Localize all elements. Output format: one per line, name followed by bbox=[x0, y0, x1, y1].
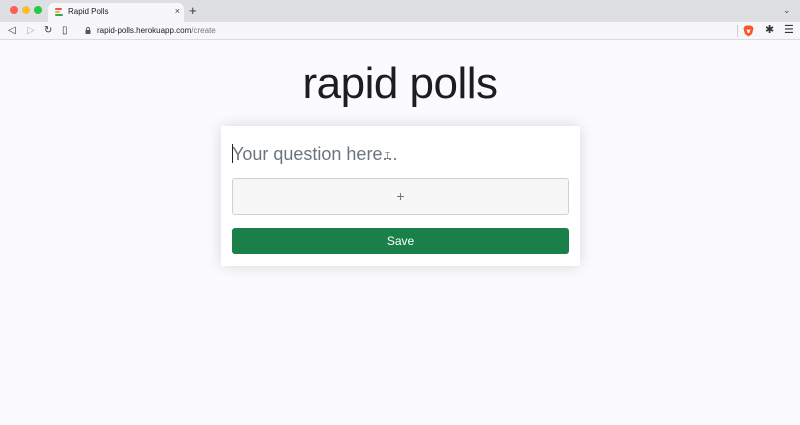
url-path: /create bbox=[191, 26, 216, 35]
address-bar[interactable]: rapid-polls.herokuapp.com/create bbox=[80, 23, 740, 39]
tab-close-icon[interactable]: × bbox=[175, 6, 180, 17]
text-caret bbox=[232, 144, 233, 163]
extensions-icon[interactable]: ✱ bbox=[765, 24, 774, 37]
back-icon[interactable]: ◁ bbox=[8, 25, 16, 37]
browser-tab[interactable]: Rapid Polls × bbox=[48, 3, 184, 22]
bookmark-icon[interactable]: ▯ bbox=[62, 25, 68, 37]
menu-icon[interactable]: ☰ bbox=[784, 24, 794, 37]
tab-title: Rapid Polls bbox=[68, 7, 109, 16]
close-window-button[interactable] bbox=[10, 6, 18, 14]
browser-toolbar: ◁ ▷ ↻ ▯ rapid-polls.herokuapp.com/create… bbox=[0, 22, 800, 40]
brave-shield-icon[interactable] bbox=[743, 25, 754, 37]
url-text: rapid-polls.herokuapp.com/create bbox=[97, 26, 216, 35]
address-bar-divider bbox=[737, 25, 738, 37]
poll-form-card: 𝙸 + Save bbox=[221, 126, 580, 266]
url-host: rapid-polls.herokuapp.com bbox=[97, 26, 192, 35]
lock-icon bbox=[85, 27, 91, 34]
maximize-window-button[interactable] bbox=[34, 6, 42, 14]
page-content: rapid polls 𝙸 + Save bbox=[0, 41, 800, 425]
save-button-label: Save bbox=[386, 234, 415, 248]
question-input[interactable] bbox=[232, 140, 569, 168]
reload-icon[interactable]: ↻ bbox=[44, 25, 52, 37]
page-title: rapid polls bbox=[302, 59, 498, 108]
save-button[interactable]: Save bbox=[232, 228, 569, 254]
browser-tab-bar: Rapid Polls × + ⌄ bbox=[0, 0, 800, 22]
add-option-button[interactable]: + bbox=[232, 178, 569, 215]
forward-icon[interactable]: ▷ bbox=[27, 25, 35, 37]
plus-icon: + bbox=[396, 188, 405, 204]
tab-search-chevron-icon[interactable]: ⌄ bbox=[783, 5, 791, 16]
new-tab-button[interactable]: + bbox=[189, 3, 197, 19]
minimize-window-button[interactable] bbox=[22, 6, 30, 14]
favicon-icon bbox=[55, 8, 64, 17]
text-cursor-icon: 𝙸 bbox=[384, 151, 392, 162]
